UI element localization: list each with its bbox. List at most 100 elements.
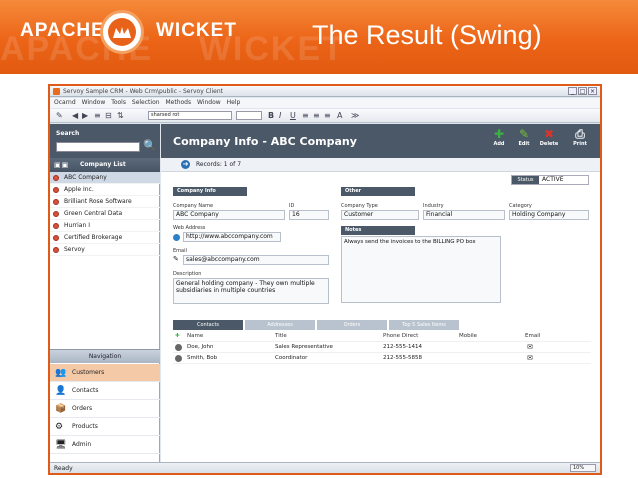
globe-icon[interactable] [173, 234, 180, 241]
window-title: Servoy Sample CRM - Web Crm\public - Ser… [63, 88, 224, 95]
edit-button[interactable]: ✎ Edit [513, 127, 535, 147]
customers-icon: 👥 [55, 368, 67, 378]
tab-bar: Contacts Addresses Orders Top 5 Sales It… [173, 320, 591, 330]
search-input[interactable] [56, 142, 140, 152]
add-icon: ✚ [493, 127, 505, 141]
font-select[interactable]: sharsed rot [148, 111, 232, 120]
window-controls: _ □ × [567, 87, 597, 95]
contact-row-icon[interactable] [175, 355, 182, 362]
list-item[interactable]: ABC Company [50, 172, 160, 184]
menu-item[interactable]: Help [227, 99, 241, 106]
column-header[interactable]: Email [525, 331, 540, 342]
page-title: Company Info - ABC Company [173, 135, 357, 148]
navigation-list: 👥 Customers 👤 Contacts 📦 Orders ⚙ Products 🖥… [50, 364, 160, 454]
edit-icon[interactable]: ✎ [56, 111, 63, 120]
id-label: ID [289, 203, 295, 209]
align-left-button[interactable]: ≡ [302, 111, 309, 120]
email-edit-icon[interactable]: ✎ [173, 255, 179, 263]
forward-arrow-icon[interactable]: ▶ [82, 111, 88, 120]
slide-banner: APACHE WICKET APACHE WICKET The Result (… [0, 0, 638, 74]
nav-item-contacts[interactable]: 👤 Contacts [50, 382, 160, 400]
description-field[interactable]: General holding company - They own multi… [173, 278, 329, 304]
nav-item-admin[interactable]: 🖥 Admin [50, 436, 160, 454]
add-contact-icon[interactable]: ✚ [175, 331, 180, 342]
list-item[interactable]: Certified Brokerage [50, 232, 160, 244]
nav-item-products[interactable]: ⚙ Products [50, 418, 160, 436]
list-item-label: Apple Inc. [64, 186, 94, 193]
collapse-icon[interactable]: ▣▣ [54, 161, 69, 169]
email-icon[interactable]: ✉ [527, 353, 533, 364]
notes-field[interactable]: Always send the invoices to the BILLING … [341, 236, 501, 303]
column-header[interactable]: Name [187, 331, 203, 342]
status-badge: Status ACTIVE [511, 175, 589, 185]
filter-icon[interactable]: ⊟ [105, 111, 112, 120]
company-icon [53, 223, 59, 229]
font-color-button[interactable]: A [337, 111, 342, 120]
column-header[interactable]: Phone Direct [383, 331, 418, 342]
company-list: ABC Company Apple Inc. Brilliant Rose So… [50, 172, 160, 256]
add-label: Add [493, 141, 505, 147]
window-titlebar[interactable]: Servoy Sample CRM - Web Crm\public - Ser… [50, 86, 600, 97]
swing-app-window: Servoy Sample CRM - Web Crm\public - Ser… [48, 84, 602, 475]
company-type-field[interactable]: Customer [341, 210, 419, 220]
size-select[interactable] [236, 111, 262, 120]
menu-item[interactable]: Selection [132, 99, 160, 106]
delete-button[interactable]: ✖ Delete [538, 127, 560, 147]
notes-header: Notes [341, 226, 415, 235]
menu-item[interactable]: Methods [165, 99, 191, 106]
minimize-button[interactable]: _ [568, 87, 577, 95]
tab-orders[interactable]: Orders [317, 320, 388, 330]
italic-button[interactable]: I [279, 111, 281, 120]
list-item[interactable]: Green Central Data [50, 208, 160, 220]
close-button[interactable]: × [588, 87, 597, 95]
column-header[interactable]: Title [275, 331, 287, 342]
tab-addresses[interactable]: Addresses [245, 320, 316, 330]
back-arrow-icon[interactable]: ◀ [72, 111, 78, 120]
company-name-field[interactable]: ABC Company [173, 210, 285, 220]
category-field[interactable]: Holding Company [509, 210, 589, 220]
maximize-button[interactable]: □ [578, 87, 587, 95]
next-record-icon[interactable]: ➜ [181, 160, 190, 169]
menu-item[interactable]: Tools [111, 99, 126, 106]
list-item[interactable]: Hurrian I [50, 220, 160, 232]
list-item[interactable]: Servoy [50, 244, 160, 256]
id-field[interactable]: 16 [289, 210, 329, 220]
nav-item-customers[interactable]: 👥 Customers [50, 364, 160, 382]
bold-button[interactable]: B [268, 111, 274, 120]
table-row[interactable]: Smith, Bob Coordinator 212-555-5858 ✉ [173, 353, 591, 364]
print-label: Print [573, 141, 587, 147]
app-icon [53, 88, 60, 95]
tab-contacts[interactable]: Contacts [173, 320, 244, 330]
record-bar: ➜ Records: 1 of 7 [161, 158, 600, 172]
list-icon[interactable]: ≡ [94, 111, 101, 120]
column-header[interactable]: Mobile [459, 331, 477, 342]
nav-item-label: Customers [72, 369, 105, 376]
add-button[interactable]: ✚ Add [488, 127, 510, 147]
menu-item[interactable]: Window [82, 99, 106, 106]
list-item[interactable]: Apple Inc. [50, 184, 160, 196]
menu-item[interactable]: Window [197, 99, 221, 106]
list-item-label: Servoy [64, 246, 85, 253]
logo-text-left: APACHE [20, 20, 105, 41]
search-icon[interactable]: 🔍 [143, 139, 157, 152]
nav-item-orders[interactable]: 📦 Orders [50, 400, 160, 418]
email-icon[interactable]: ✉ [527, 342, 533, 353]
web-address-label: Web Address [173, 225, 206, 231]
nav-item-label: Contacts [72, 387, 99, 394]
industry-field[interactable]: Financial [423, 210, 505, 220]
menu-item[interactable]: Ocarnd [54, 99, 76, 106]
sort-icon[interactable]: ⇅ [117, 111, 124, 120]
nav-item-label: Orders [72, 405, 93, 412]
tab-top-sales[interactable]: Top 5 Sales Items [389, 320, 460, 330]
table-row[interactable]: Doe, John Sales Representative 212-555-1… [173, 342, 591, 353]
web-address-field[interactable]: http://www.abccompany.com [183, 232, 281, 242]
contact-row-icon[interactable] [175, 344, 182, 351]
underline-button[interactable]: U [290, 111, 296, 120]
align-right-button[interactable]: ≡ [324, 111, 331, 120]
company-info-header: Company Info [173, 187, 247, 196]
email-field[interactable]: sales@abccompany.com [183, 255, 329, 265]
align-center-button[interactable]: ≡ [313, 111, 320, 120]
list-item[interactable]: Brilliant Rose Software [50, 196, 160, 208]
more-button[interactable]: ≫ [351, 111, 359, 120]
print-button[interactable]: ⎙ Print [569, 127, 591, 147]
